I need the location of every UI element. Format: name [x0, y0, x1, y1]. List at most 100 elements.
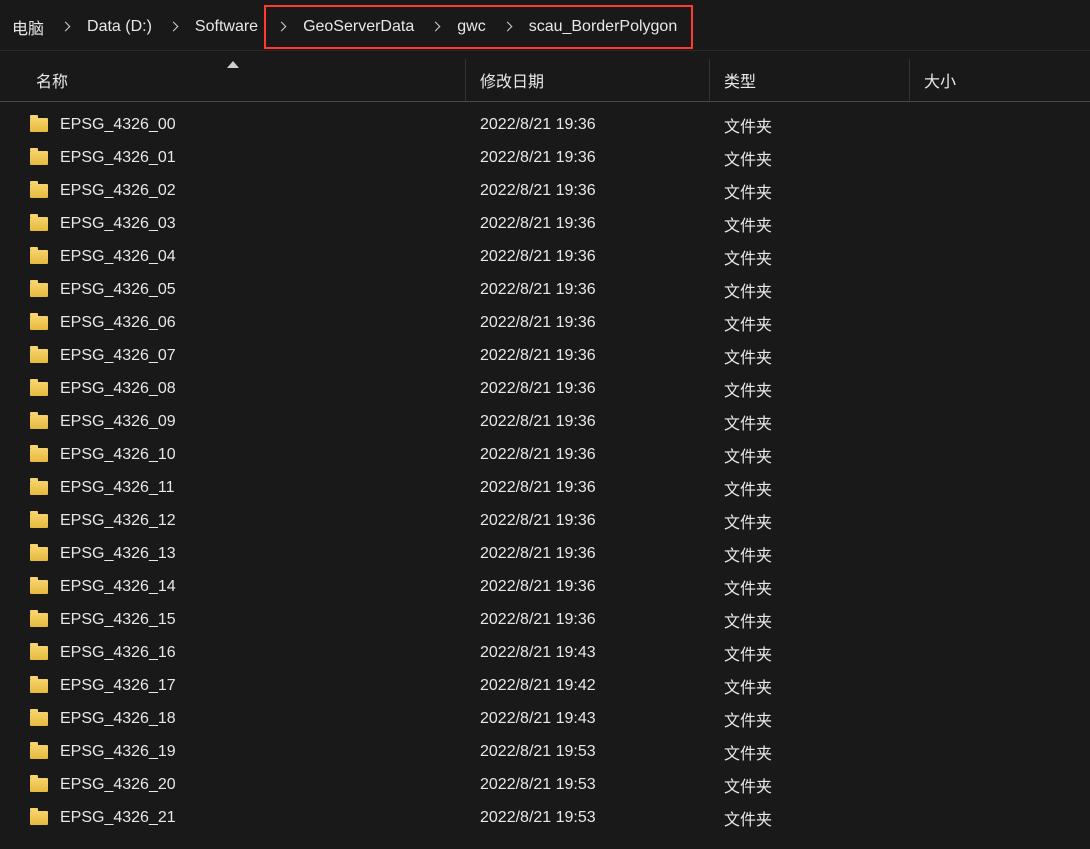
chevron-right-icon [424, 18, 447, 36]
column-headers: 名称 修改日期 类型 大小 [0, 59, 1090, 102]
file-list: EPSG_4326_002022/8/21 19:36文件夹EPSG_4326_… [0, 102, 1090, 834]
cell-date: 2022/8/21 19:43 [466, 710, 710, 728]
cell-date: 2022/8/21 19:36 [466, 545, 710, 563]
cell-type: 文件夹 [710, 476, 910, 500]
cell-name: EPSG_4326_19 [0, 743, 466, 761]
chevron-right-icon [496, 18, 519, 36]
cell-date: 2022/8/21 19:36 [466, 116, 710, 134]
cell-date: 2022/8/21 19:36 [466, 446, 710, 464]
cell-date: 2022/8/21 19:53 [466, 743, 710, 761]
cell-date: 2022/8/21 19:36 [466, 347, 710, 365]
column-label: 名称 [36, 68, 68, 92]
breadcrumb-item[interactable]: Software [185, 12, 268, 42]
table-row[interactable]: EPSG_4326_05 2022/8/21 19:36文件夹 [0, 273, 1090, 306]
file-name: EPSG_4326_11 [60, 479, 174, 497]
table-row[interactable]: EPSG_4326_092022/8/21 19:36文件夹 [0, 405, 1090, 438]
cell-name: EPSG_4326_04 [0, 248, 466, 266]
table-row[interactable]: EPSG_4326_182022/8/21 19:43文件夹 [0, 702, 1090, 735]
folder-icon [30, 382, 48, 396]
table-row[interactable]: EPSG_4326_022022/8/21 19:36文件夹 [0, 174, 1090, 207]
folder-icon [30, 580, 48, 594]
cell-date: 2022/8/21 19:36 [466, 281, 710, 299]
file-name: EPSG_4326_13 [60, 545, 176, 563]
breadcrumb[interactable]: 电脑 Data (D:) Software GeoServerData gwc scau_… [0, 4, 1090, 51]
cell-date: 2022/8/21 19:42 [466, 677, 710, 695]
column-header-size[interactable]: 大小 [910, 59, 1080, 101]
cell-type: 文件夹 [710, 311, 910, 335]
table-row[interactable]: EPSG_4326_162022/8/21 19:43文件夹 [0, 636, 1090, 669]
cell-type: 文件夹 [710, 278, 910, 302]
folder-icon [30, 250, 48, 264]
file-name: EPSG_4326_02 [60, 182, 176, 200]
table-row[interactable]: EPSG_4326_172022/8/21 19:42文件夹 [0, 669, 1090, 702]
breadcrumb-item[interactable]: GeoServerData [293, 12, 424, 42]
breadcrumb-item[interactable]: scau_BorderPolygon [519, 12, 688, 42]
column-label: 修改日期 [480, 68, 544, 92]
file-name: EPSG_4326_03 [60, 215, 176, 233]
cell-date: 2022/8/21 19:36 [466, 380, 710, 398]
table-row[interactable]: EPSG_4326_032022/8/21 19:36文件夹 [0, 207, 1090, 240]
table-row[interactable]: EPSG_4326_212022/8/21 19:53文件夹 [0, 801, 1090, 834]
table-row[interactable]: EPSG_4326_152022/8/21 19:36文件夹 [0, 603, 1090, 636]
cell-type: 文件夹 [710, 773, 910, 797]
cell-type: 文件夹 [710, 575, 910, 599]
folder-icon [30, 547, 48, 561]
file-name: EPSG_4326_20 [60, 776, 176, 794]
file-name: EPSG_4326_00 [60, 116, 176, 134]
cell-type: 文件夹 [710, 740, 910, 764]
cell-name: EPSG_4326_02 [0, 182, 466, 200]
folder-icon [30, 712, 48, 726]
file-name: EPSG_4326_06 [60, 314, 176, 332]
cell-type: 文件夹 [710, 707, 910, 731]
file-name: EPSG_4326_05 [60, 281, 176, 299]
cell-name: EPSG_4326_08 [0, 380, 466, 398]
table-row[interactable]: EPSG_4326_062022/8/21 19:36文件夹 [0, 306, 1090, 339]
cell-date: 2022/8/21 19:36 [466, 248, 710, 266]
table-row[interactable]: EPSG_4326_002022/8/21 19:36文件夹 [0, 108, 1090, 141]
breadcrumb-item[interactable]: gwc [447, 12, 495, 42]
folder-icon [30, 448, 48, 462]
cell-type: 文件夹 [710, 674, 910, 698]
cell-name: EPSG_4326_03 [0, 215, 466, 233]
cell-type: 文件夹 [710, 443, 910, 467]
breadcrumb-item[interactable]: 电脑 [2, 9, 54, 45]
cell-date: 2022/8/21 19:36 [466, 479, 710, 497]
column-header-date[interactable]: 修改日期 [466, 59, 710, 101]
table-row[interactable]: EPSG_4326_202022/8/21 19:53文件夹 [0, 768, 1090, 801]
file-name: EPSG_4326_12 [60, 512, 176, 530]
folder-icon [30, 745, 48, 759]
cell-type: 文件夹 [710, 608, 910, 632]
cell-date: 2022/8/21 19:53 [466, 809, 710, 827]
column-header-name[interactable]: 名称 [0, 59, 466, 101]
cell-type: 文件夹 [710, 806, 910, 830]
file-name: EPSG_4326_01 [60, 149, 176, 167]
file-name: EPSG_4326_08 [60, 380, 176, 398]
table-row[interactable]: EPSG_4326_192022/8/21 19:53文件夹 [0, 735, 1090, 768]
table-row[interactable]: EPSG_4326_122022/8/21 19:36文件夹 [0, 504, 1090, 537]
file-name: EPSG_4326_15 [60, 611, 176, 629]
table-row[interactable]: EPSG_4326_11 2022/8/21 19:36文件夹 [0, 471, 1090, 504]
column-header-type[interactable]: 类型 [710, 59, 910, 101]
cell-name: EPSG_4326_05 [0, 281, 466, 299]
table-row[interactable]: EPSG_4326_042022/8/21 19:36文件夹 [0, 240, 1090, 273]
table-row[interactable]: EPSG_4326_072022/8/21 19:36文件夹 [0, 339, 1090, 372]
cell-name: EPSG_4326_17 [0, 677, 466, 695]
chevron-right-icon [162, 18, 185, 36]
breadcrumb-item[interactable]: Data (D:) [77, 12, 162, 42]
folder-icon [30, 514, 48, 528]
cell-date: 2022/8/21 19:36 [466, 578, 710, 596]
table-row[interactable]: EPSG_4326_142022/8/21 19:36文件夹 [0, 570, 1090, 603]
cell-type: 文件夹 [710, 212, 910, 236]
table-row[interactable]: EPSG_4326_012022/8/21 19:36文件夹 [0, 141, 1090, 174]
folder-icon [30, 184, 48, 198]
table-row[interactable]: EPSG_4326_102022/8/21 19:36文件夹 [0, 438, 1090, 471]
file-name: EPSG_4326_16 [60, 644, 176, 662]
cell-name: EPSG_4326_18 [0, 710, 466, 728]
table-row[interactable]: EPSG_4326_082022/8/21 19:36文件夹 [0, 372, 1090, 405]
cell-date: 2022/8/21 19:36 [466, 182, 710, 200]
folder-icon [30, 283, 48, 297]
cell-name: EPSG_4326_16 [0, 644, 466, 662]
table-row[interactable]: EPSG_4326_132022/8/21 19:36文件夹 [0, 537, 1090, 570]
cell-date: 2022/8/21 19:36 [466, 413, 710, 431]
cell-type: 文件夹 [710, 410, 910, 434]
